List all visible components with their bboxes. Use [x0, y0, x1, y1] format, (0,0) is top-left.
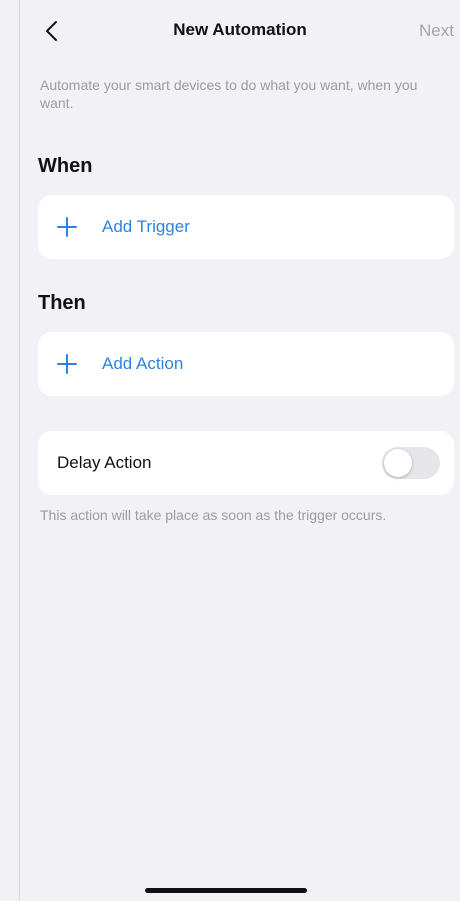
automation-screen: New Automation Next Automate your smart … — [20, 0, 460, 901]
add-action-label: Add Action — [102, 354, 184, 373]
next-button[interactable]: Next — [419, 21, 454, 41]
left-panel-edge — [0, 0, 20, 901]
page-title: New Automation — [173, 20, 307, 39]
navigation-bar: New Automation Next — [20, 0, 460, 64]
when-heading: When — [38, 155, 93, 177]
add-action-button[interactable]: Add Action — [38, 332, 454, 396]
add-trigger-button[interactable]: Add Trigger — [38, 195, 454, 259]
intro-description: Automate your smart devices to do what y… — [40, 77, 418, 111]
then-heading: Then — [38, 292, 86, 314]
delay-footnote: This action will take place as soon as t… — [40, 507, 387, 523]
delay-action-row: Delay Action — [38, 431, 454, 495]
plus-icon — [57, 217, 77, 237]
toggle-knob — [384, 449, 412, 477]
add-trigger-label: Add Trigger — [102, 217, 190, 236]
home-indicator — [145, 888, 307, 893]
delay-action-label: Delay Action — [57, 453, 152, 472]
plus-icon — [57, 354, 77, 374]
delay-action-toggle[interactable] — [382, 447, 440, 479]
